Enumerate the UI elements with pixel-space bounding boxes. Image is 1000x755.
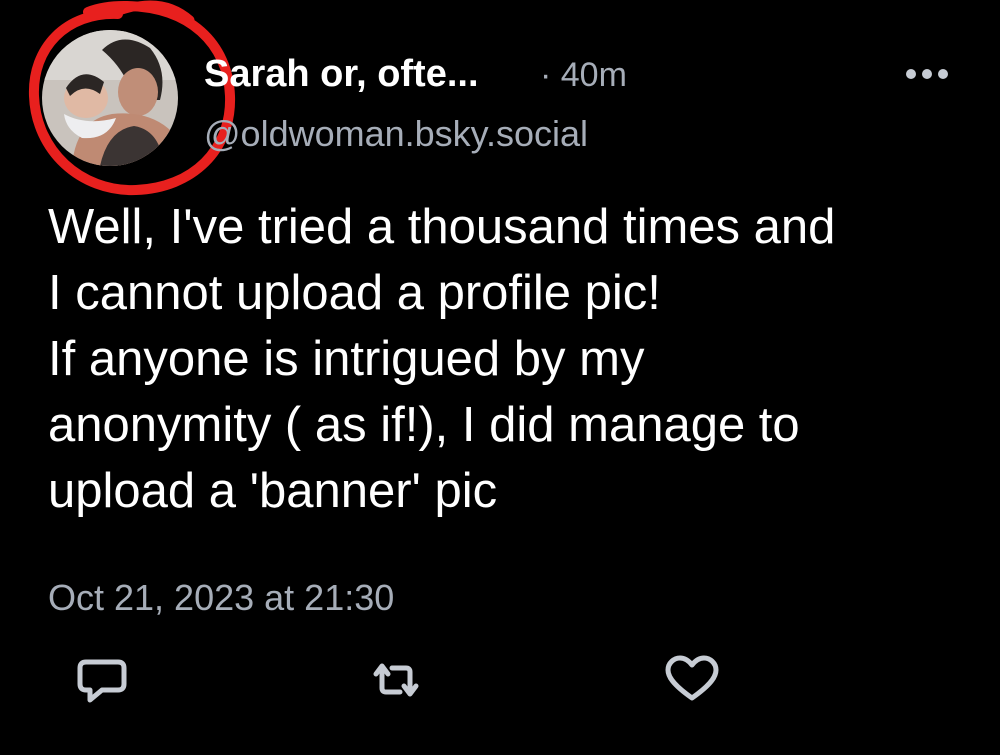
speech-bubble-icon [77, 659, 127, 703]
avatar-image [42, 30, 178, 166]
more-options-button[interactable] [898, 60, 958, 88]
post: Sarah or, ofte... · 40m @oldwoman.bsky.s… [0, 0, 1000, 755]
post-timestamp: Oct 21, 2023 at 21:30 [48, 577, 395, 618]
more-horizontal-icon [906, 69, 948, 79]
avatar[interactable] [42, 30, 178, 166]
like-button[interactable] [662, 652, 722, 708]
display-name[interactable]: Sarah or, ofte... [204, 52, 479, 96]
reply-button[interactable] [72, 652, 132, 708]
heart-icon [665, 655, 719, 701]
user-handle[interactable]: @oldwoman.bsky.social [204, 112, 588, 156]
post-age: · 40m [540, 56, 627, 94]
post-text: Well, I've tried a thousand times and I … [48, 200, 836, 518]
repost-arrows-icon [373, 663, 419, 697]
repost-button[interactable] [366, 652, 426, 708]
